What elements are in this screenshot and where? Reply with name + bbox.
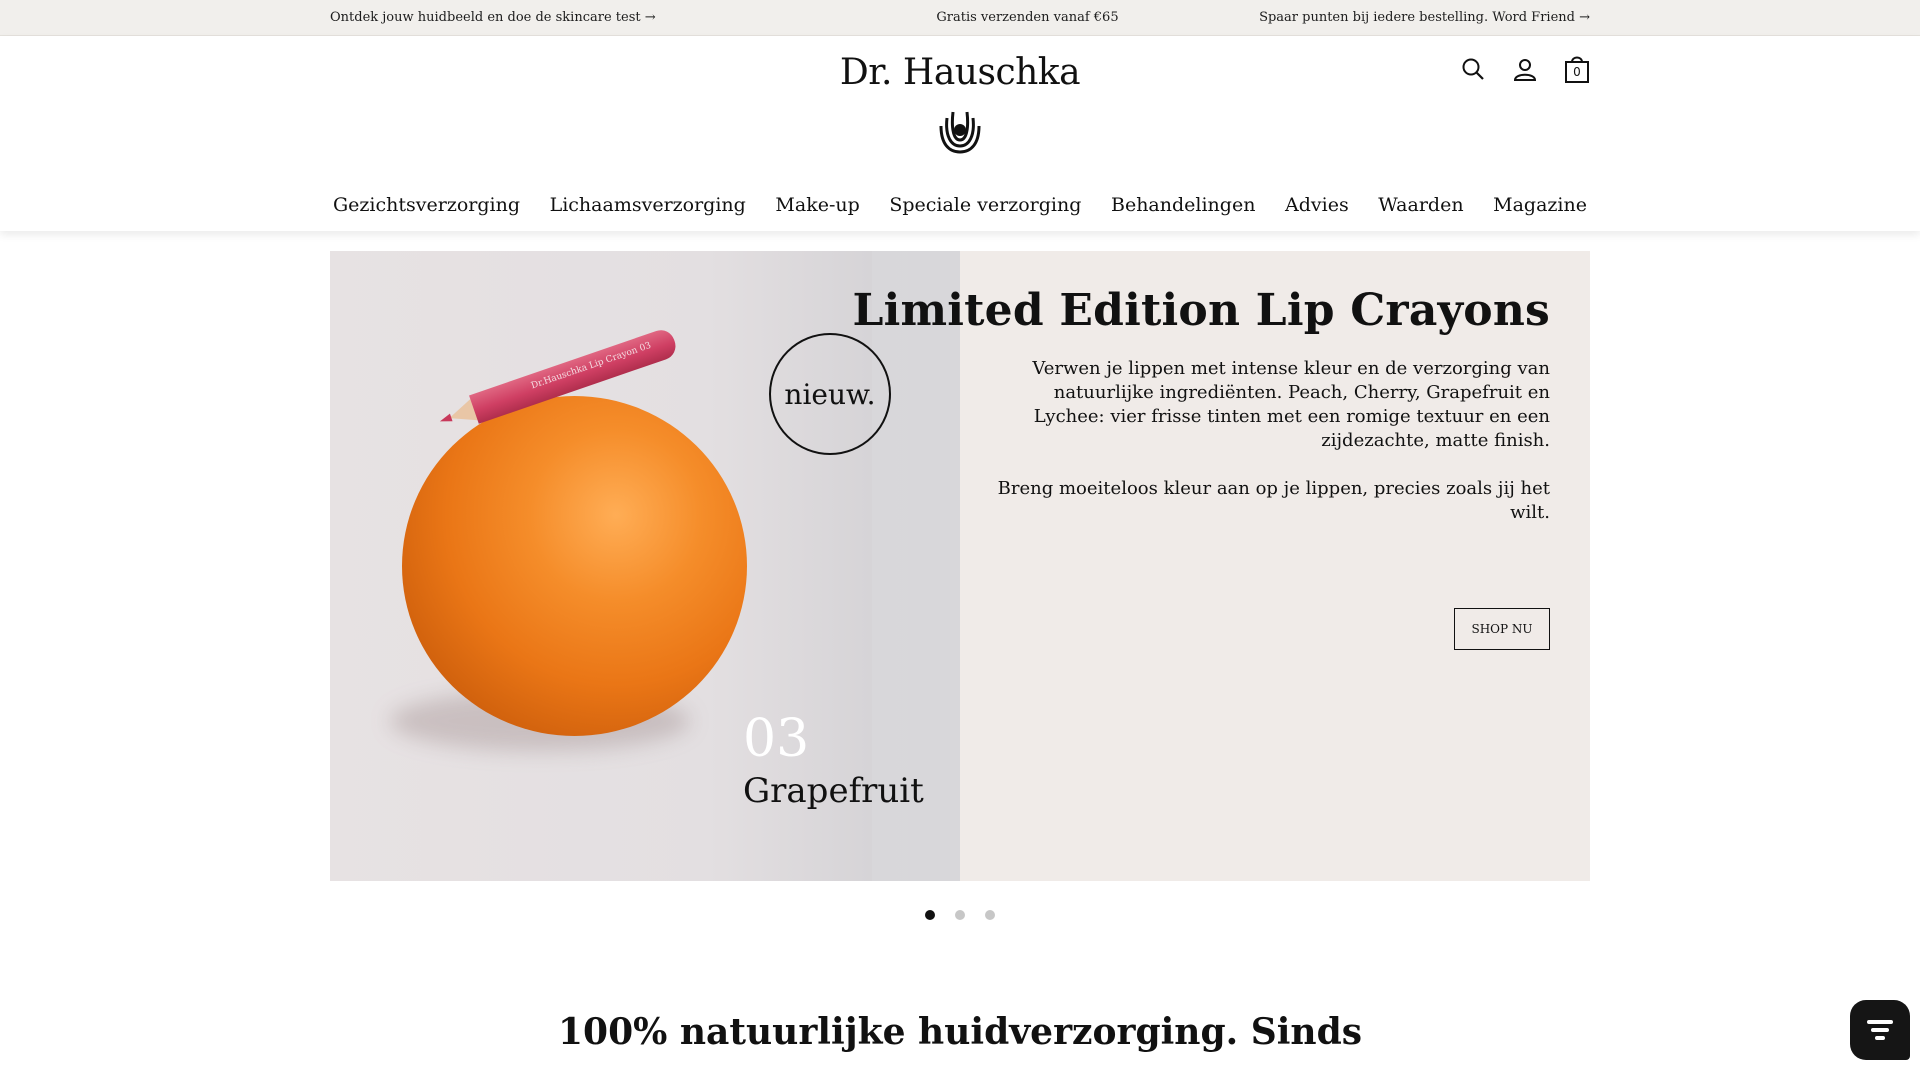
account-button[interactable] (1512, 54, 1538, 84)
main-navigation: Gezichtsverzorging Lichaamsverzorging Ma… (330, 194, 1590, 216)
hero-content: Limited Edition Lip Crayons Verwen je li… (852, 251, 1590, 881)
free-shipping-text: Gratis verzenden vanaf €65 (936, 10, 1119, 25)
header-actions: 0 (1460, 54, 1590, 84)
hero-product-image[interactable]: Dr.Hauschka Lip Crayon 03 nieuw. 03 Grap… (330, 251, 960, 881)
hero-description: Verwen je lippen met intense kleur en de… (990, 357, 1550, 525)
chat-icon (1867, 1020, 1893, 1040)
promo-bar: Ontdek jouw huidbeeld en doe de skincare… (0, 0, 1920, 36)
friend-program-link[interactable]: Spaar punten bij iedere bestelling. Word… (1259, 10, 1590, 25)
new-badge: nieuw. (769, 333, 891, 455)
brand-logo[interactable]: Dr. Hauschka (0, 52, 1920, 93)
brand-mark-icon[interactable] (935, 104, 985, 156)
nav-item-advies[interactable]: Advies (1282, 194, 1352, 216)
site-header: Dr. Hauschka 0 Gezichtsverzorging Lichaa… (0, 36, 1920, 231)
nav-item-speciale-verzorging[interactable]: Speciale verzorging (886, 194, 1084, 216)
nav-item-waarden[interactable]: Waarden (1375, 194, 1466, 216)
cart-button[interactable]: 0 (1564, 54, 1590, 84)
cart-count: 0 (1573, 65, 1581, 79)
carousel-dot-3[interactable] (985, 910, 995, 920)
hero-paragraph: Breng moeiteloos kleur aan op je lippen,… (997, 478, 1550, 523)
chat-widget-button[interactable] (1850, 1000, 1910, 1060)
carousel-pagination (0, 910, 1920, 920)
hero-paragraph: Verwen je lippen met intense kleur en de… (1032, 358, 1550, 451)
shop-now-button[interactable]: SHOP NU (1454, 608, 1550, 650)
grapefruit-illustration (402, 396, 747, 736)
search-icon (1462, 58, 1484, 80)
nav-item-make-up[interactable]: Make-up (772, 194, 862, 216)
nav-item-magazine[interactable]: Magazine (1490, 194, 1590, 216)
shade-name: Grapefruit (743, 771, 924, 811)
account-icon (1513, 59, 1537, 81)
carousel-dot-2[interactable] (955, 910, 965, 920)
carousel-dot-1[interactable] (925, 910, 935, 920)
nav-item-gezichtsverzorging[interactable]: Gezichtsverzorging (330, 194, 523, 216)
section-heading: 100% natuurlijke huidverzorging. Sinds (557, 1011, 1363, 1053)
nav-item-lichaamsverzorging[interactable]: Lichaamsverzorging (547, 194, 749, 216)
free-shipping-banner: Gratis verzenden vanaf €65 (0, 10, 1920, 25)
hero-title: Limited Edition Lip Crayons (852, 285, 1550, 336)
hero-banner: Dr.Hauschka Lip Crayon 03 nieuw. 03 Grap… (330, 251, 1590, 881)
shade-number: 03 (743, 709, 810, 769)
nav-item-behandelingen[interactable]: Behandelingen (1108, 194, 1258, 216)
search-button[interactable] (1460, 54, 1486, 84)
